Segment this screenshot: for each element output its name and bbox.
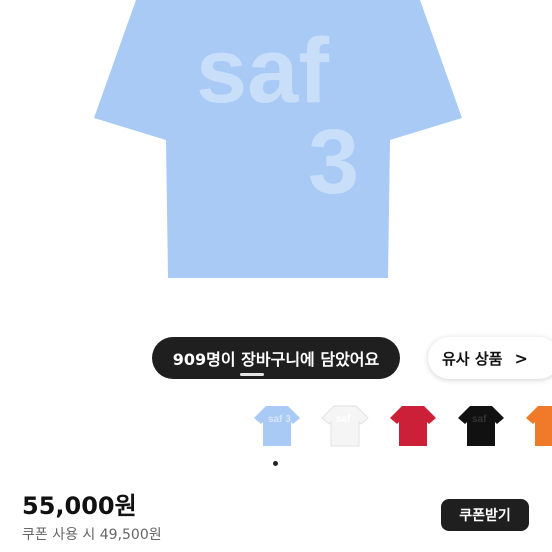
thumb-print-text: saf 3 bbox=[268, 414, 291, 425]
thumb-print-text: saf bbox=[472, 414, 487, 425]
tshirt-thumb-shape bbox=[526, 406, 552, 446]
toast-indicator bbox=[240, 373, 264, 376]
tshirt-thumb-shape bbox=[321, 405, 369, 447]
shirt-print-number: 3 bbox=[308, 111, 359, 213]
color-option-black[interactable]: saf bbox=[456, 400, 506, 450]
shirt-print-word: saf bbox=[196, 20, 329, 122]
color-option-sky-blue[interactable]: saf 3 bbox=[252, 400, 302, 450]
color-option-red[interactable] bbox=[388, 400, 438, 450]
tshirt-thumb-shape bbox=[254, 406, 300, 446]
color-thumb-icon bbox=[390, 406, 436, 446]
get-coupon-button[interactable]: 쿠폰받기 bbox=[441, 499, 529, 531]
similar-products-label: 유사 상품 bbox=[442, 349, 503, 368]
color-option-white[interactable]: saf bbox=[320, 400, 370, 450]
product-price: 55,000원 bbox=[22, 492, 137, 520]
coupon-price-text: 쿠폰 사용 시 49,500원 bbox=[22, 527, 162, 543]
chevron-right-icon: > bbox=[514, 348, 528, 368]
product-hero-image: saf 3 bbox=[0, 0, 552, 330]
color-option-orange[interactable] bbox=[524, 400, 552, 450]
color-thumb-icon: saf 3 bbox=[254, 406, 300, 446]
tshirt-thumb-shape bbox=[390, 406, 436, 446]
color-thumb-icon: saf bbox=[321, 405, 369, 447]
similar-products-button[interactable]: 유사 상품 > bbox=[428, 337, 552, 379]
thumb-print-text: saf bbox=[336, 414, 351, 425]
color-thumb-icon bbox=[526, 406, 552, 446]
carousel-page-dot bbox=[273, 461, 278, 466]
color-thumb-icon: saf bbox=[458, 406, 504, 446]
cart-count-toast: 909명이 장바구니에 담았어요 bbox=[152, 337, 400, 379]
tshirt-thumb-shape bbox=[458, 406, 504, 446]
tshirt-image: saf 3 bbox=[94, 0, 462, 278]
